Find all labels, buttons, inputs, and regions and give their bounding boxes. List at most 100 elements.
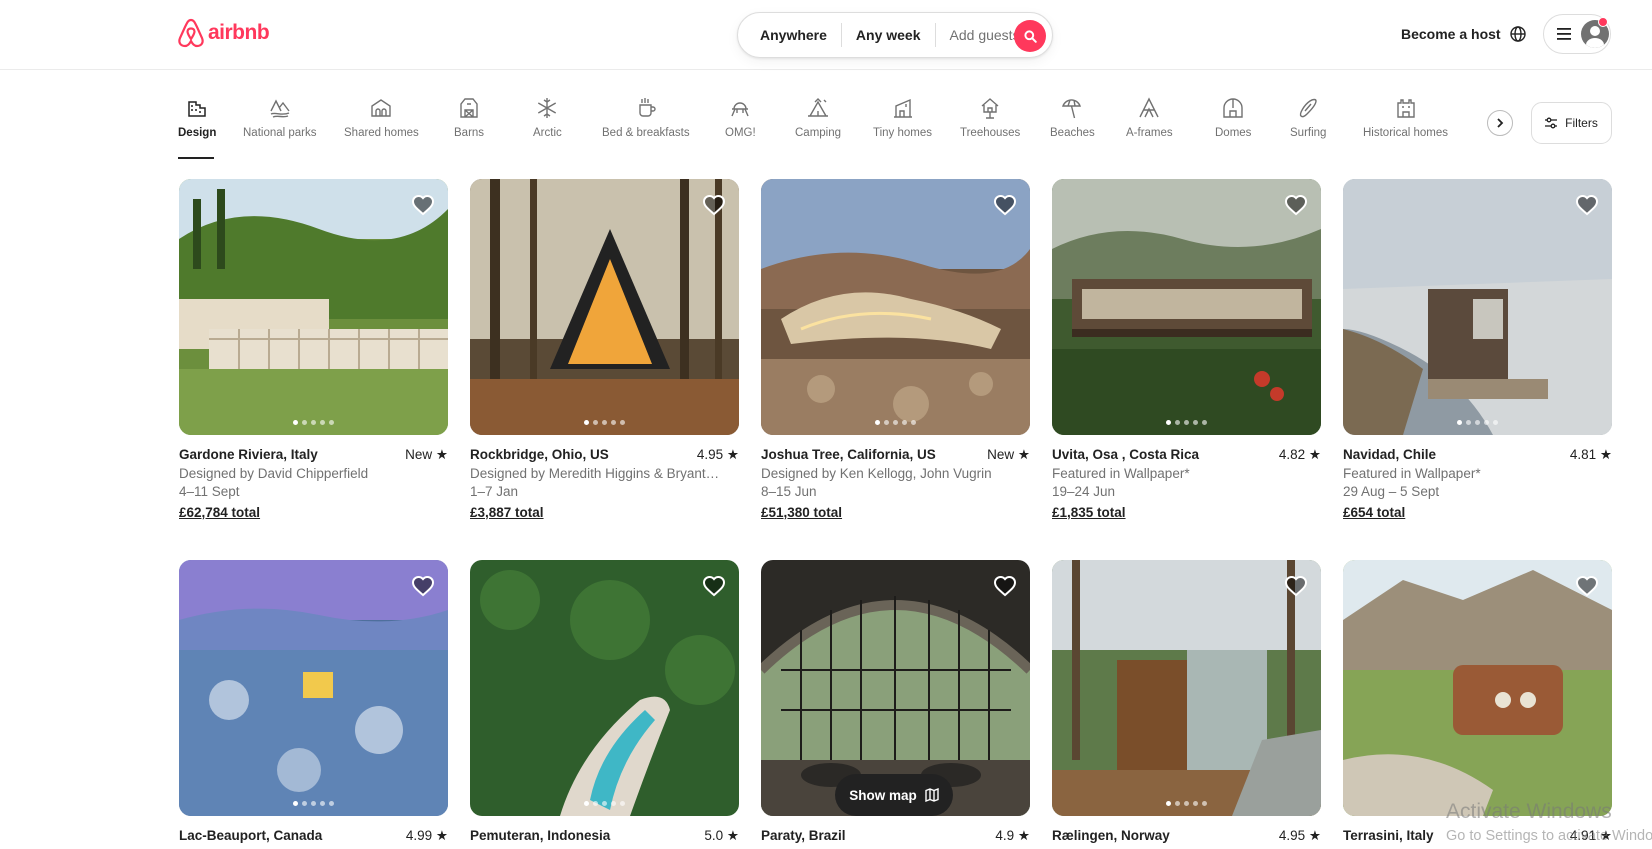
listing-photo[interactable]: [1052, 560, 1321, 816]
category-design[interactable]: Design: [178, 96, 216, 159]
listing-price[interactable]: £3,887 total: [470, 505, 739, 520]
star-icon: ★: [1308, 828, 1321, 843]
search-when[interactable]: Any week: [856, 27, 921, 43]
listing-card[interactable]: Lac-Beauport, Canada 4.99 ★: [179, 560, 448, 844]
notification-badge: [1598, 17, 1608, 27]
carousel-dots: [761, 420, 1030, 425]
search-divider: [840, 23, 842, 47]
listing-dates: 4–11 Sept: [179, 484, 240, 499]
category-omg[interactable]: OMG!: [725, 96, 756, 139]
star-icon: ★: [435, 447, 448, 462]
heart-icon[interactable]: [1284, 574, 1308, 598]
filters-button[interactable]: Filters: [1531, 102, 1612, 144]
listing-card[interactable]: Uvita, Osa , Costa Rica 4.82 ★ Featured …: [1052, 179, 1321, 520]
hamburger-menu-icon: [1557, 28, 1571, 40]
heart-icon[interactable]: [702, 193, 726, 217]
search-guests[interactable]: Add guests: [950, 27, 1020, 43]
category-arctic[interactable]: Arctic: [533, 96, 562, 139]
listing-card[interactable]: Joshua Tree, California, US New ★ Design…: [761, 179, 1030, 520]
listing-price[interactable]: £1,835 total: [1052, 505, 1321, 520]
category-a-frames[interactable]: A-frames: [1126, 96, 1173, 139]
heart-icon[interactable]: [993, 193, 1017, 217]
top-header: airbnb Anywhere Any week Add guests Beco…: [0, 0, 1652, 70]
heart-icon[interactable]: [1575, 574, 1599, 598]
domes-icon: [1223, 98, 1243, 118]
listing-location: Joshua Tree, California, US: [761, 447, 936, 462]
listing-price[interactable]: £62,784 total: [179, 505, 448, 520]
listing-host: Designed by Ken Kellogg, John Vugrin: [761, 466, 992, 481]
listing-rating: 5.0 ★: [704, 828, 739, 843]
show-map-button[interactable]: Show map: [835, 774, 953, 816]
treehouses-icon: [981, 98, 999, 119]
star-icon: ★: [435, 828, 448, 843]
listing-location: Pemuteran, Indonesia: [470, 828, 611, 843]
search-button[interactable]: [1014, 20, 1046, 52]
category-shared-homes[interactable]: Shared homes: [344, 96, 419, 139]
historical-homes-icon: [1396, 99, 1415, 118]
listing-card[interactable]: Pemuteran, Indonesia 5.0 ★: [470, 560, 739, 844]
active-category-underline: [178, 157, 214, 159]
category-historical-homes[interactable]: Historical homes: [1363, 96, 1448, 139]
listing-photo[interactable]: [1052, 179, 1321, 435]
category-scroll-next-button[interactable]: [1487, 110, 1513, 136]
category-label: Domes: [1215, 127, 1252, 139]
heart-icon[interactable]: [411, 574, 435, 598]
search-where[interactable]: Anywhere: [760, 27, 827, 43]
category-barns[interactable]: Barns: [454, 96, 484, 139]
category-label: Surfing: [1290, 127, 1327, 139]
category-treehouses[interactable]: Treehouses: [960, 96, 1020, 139]
listing-card[interactable]: Rockbridge, Ohio, US 4.95 ★ Designed by …: [470, 179, 739, 520]
category-label: A-frames: [1126, 127, 1173, 139]
listing-photo[interactable]: [1343, 179, 1612, 435]
category-surfing[interactable]: Surfing: [1290, 96, 1326, 139]
carousel-dots: [179, 420, 448, 425]
star-icon: ★: [1017, 828, 1030, 843]
search-divider: [934, 23, 936, 47]
listing-card[interactable]: Navidad, Chile 4.81 ★ Featured in Wallpa…: [1343, 179, 1612, 520]
os-activation-watermark-subtext: Go to Settings to activate Windows.: [1446, 828, 1652, 844]
listing-location: Rockbridge, Ohio, US: [470, 447, 609, 462]
heart-icon[interactable]: [1284, 193, 1308, 217]
listing-photo[interactable]: [179, 560, 448, 816]
listing-price[interactable]: £654 total: [1343, 505, 1612, 520]
heart-icon[interactable]: [702, 574, 726, 598]
map-icon: [925, 788, 939, 802]
category-label: Camping: [795, 127, 842, 139]
surfing-icon: [1300, 98, 1317, 118]
category-bed-breakfasts[interactable]: Bed & breakfasts: [602, 96, 690, 139]
listing-card[interactable]: Gardone Riviera, Italy New ★ Designed by…: [179, 179, 448, 520]
listing-photo[interactable]: [1343, 560, 1612, 816]
star-icon: ★: [726, 828, 739, 843]
airbnb-logo[interactable]: airbnb: [178, 18, 270, 48]
listing-rating: 4.81 ★: [1569, 447, 1612, 462]
bed-breakfast-icon: [639, 98, 656, 117]
listing-photo[interactable]: [761, 179, 1030, 435]
beaches-icon: [1062, 99, 1082, 119]
globe-icon[interactable]: [1508, 24, 1528, 44]
category-label: Historical homes: [1363, 127, 1448, 139]
listing-host: Featured in Wallpaper*: [1052, 466, 1190, 481]
listing-photo[interactable]: [179, 179, 448, 435]
listing-location: Lac-Beauport, Canada: [179, 828, 323, 843]
camping-icon: [808, 98, 829, 117]
category-beaches[interactable]: Beaches: [1050, 96, 1095, 139]
heart-icon[interactable]: [411, 193, 435, 217]
category-national-parks[interactable]: National parks: [243, 96, 317, 139]
listing-photo[interactable]: [470, 560, 739, 816]
become-a-host-link[interactable]: Become a host: [1401, 26, 1501, 42]
heart-icon[interactable]: [1575, 193, 1599, 217]
listing-location: Navidad, Chile: [1343, 447, 1437, 462]
listing-price[interactable]: £51,380 total: [761, 505, 1030, 520]
listing-photo[interactable]: [470, 179, 739, 435]
heart-icon[interactable]: [993, 574, 1017, 598]
category-camping[interactable]: Camping: [795, 96, 841, 139]
listing-rating: 4.95 ★: [1278, 828, 1321, 843]
search-bar[interactable]: Anywhere Any week Add guests: [737, 12, 1053, 58]
a-frames-icon: [1139, 97, 1159, 118]
category-tiny-homes[interactable]: Tiny homes: [873, 96, 932, 139]
listing-card[interactable]: Rælingen, Norway 4.95 ★: [1052, 560, 1321, 844]
tiny-homes-icon: [893, 98, 912, 118]
category-domes[interactable]: Domes: [1215, 96, 1251, 139]
category-label: Tiny homes: [873, 127, 933, 139]
airbnb-logo-icon: [178, 18, 204, 48]
